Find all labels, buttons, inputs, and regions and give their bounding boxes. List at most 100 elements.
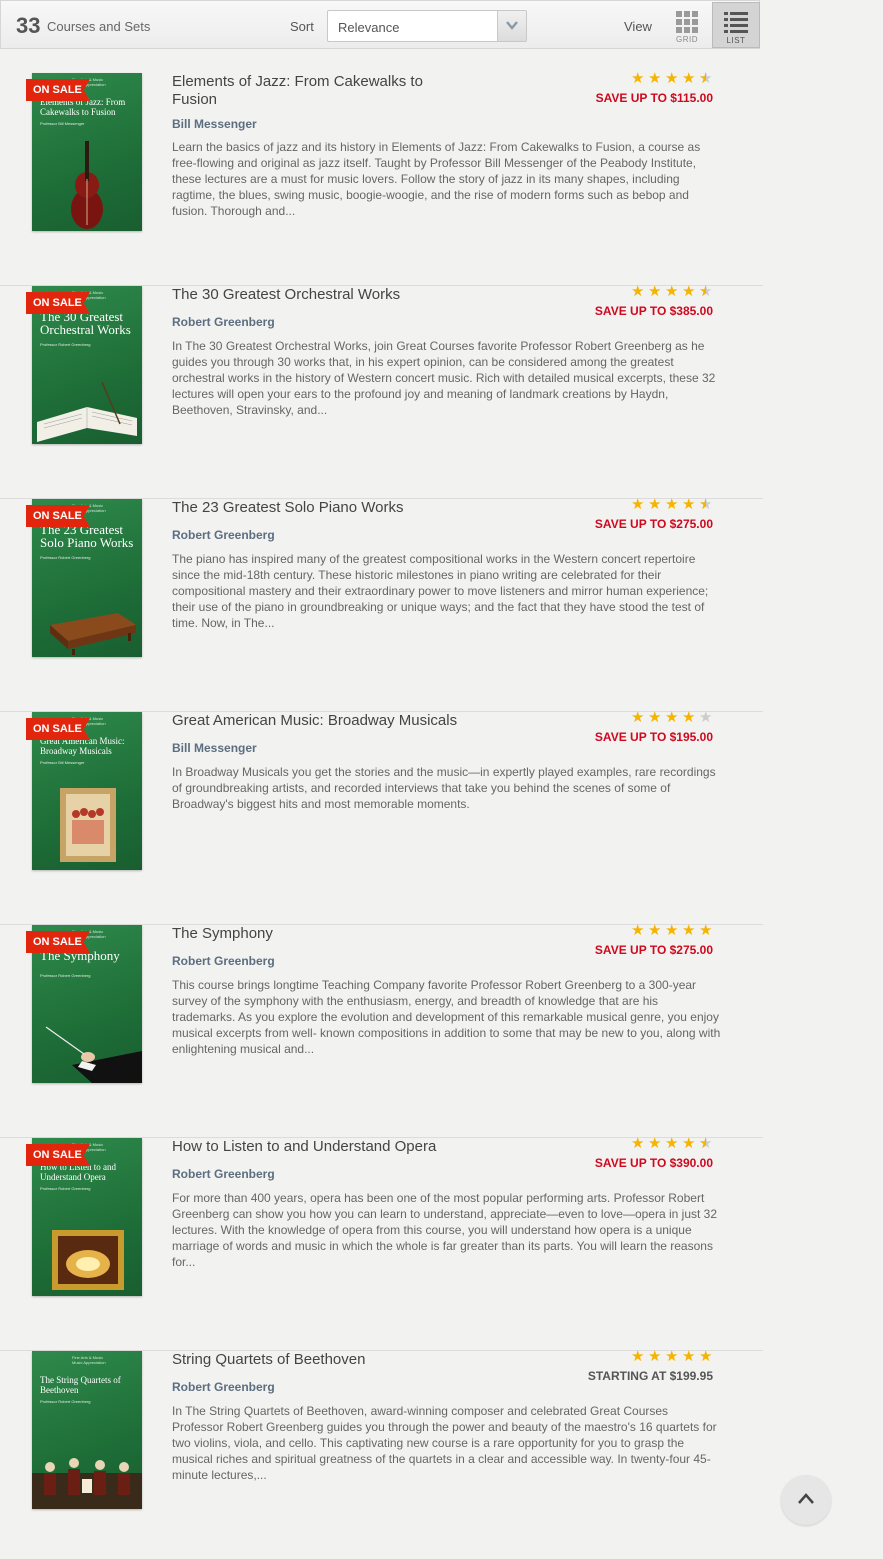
course-title-link[interactable]: The 23 Greatest Solo Piano Works [172, 499, 472, 517]
course-title-link[interactable]: The 30 Greatest Orchestral Works [172, 286, 472, 304]
list-icon [724, 12, 748, 33]
product-row: Fine Arts & MusicMusic Appreciation Grea… [0, 710, 763, 925]
result-count: 33 [16, 13, 41, 38]
cover-series-label: Fine Arts & MusicMusic Appreciation [72, 1355, 106, 1365]
on-sale-badge: ON SALE [26, 718, 90, 740]
price-text: SAVE UP TO $390.00 [594, 1156, 713, 1170]
star-icon: ★ ★ [699, 496, 713, 513]
star-icon: ★ [648, 496, 662, 513]
course-description: In The 30 Greatest Orchestral Works, joi… [172, 339, 716, 417]
star-icon: ★ [665, 922, 679, 939]
course-title-link[interactable]: Great American Music: Broadway Musicals [172, 712, 472, 730]
star-icon: ★ [682, 70, 696, 87]
list-view-button[interactable]: LIST [712, 2, 760, 48]
rating-stars: ★ ★ ★ ★ ★ ★ [631, 284, 713, 300]
course-title-link[interactable]: String Quartets of Beethoven [172, 1351, 472, 1369]
product-row: Fine Arts & MusicMusic Appreciation The … [0, 1349, 763, 1559]
chevron-down-icon[interactable] [497, 11, 526, 41]
chevron-up-icon [798, 1493, 814, 1504]
star-icon: ★ [631, 922, 645, 939]
grid-view-button[interactable]: GRID [663, 2, 711, 48]
course-title-link[interactable]: The Symphony [172, 925, 472, 943]
star-icon: ★ [648, 1135, 662, 1152]
star-icon: ★ ★ [699, 283, 713, 300]
cover-title: The String Quartets of Beethoven [40, 1375, 121, 1395]
star-icon: ★ [631, 496, 645, 513]
cover-professor: Professor Robert Greenberg [40, 973, 91, 978]
star-icon: ★ [682, 1348, 696, 1365]
product-row: Fine Arts & MusicMusic Appreciation How … [0, 1136, 763, 1351]
results-toolbar: 33 Courses and Sets Sort Relevance View … [0, 0, 760, 49]
product-row: Fine Arts & MusicMusic Appreciation Elem… [0, 71, 763, 286]
price-text: STARTING AT $199.95 [587, 1369, 713, 1383]
course-title-link[interactable]: How to Listen to and Understand Opera [172, 1138, 472, 1156]
cover-artwork [45, 1026, 142, 1083]
star-icon: ★ [665, 1348, 679, 1365]
professor-link[interactable]: Robert Greenberg [172, 954, 275, 968]
cover-professor: Professor Robert Greenberg [40, 555, 91, 560]
star-icon: ★ [682, 709, 696, 726]
professor-link[interactable]: Bill Messenger [172, 741, 257, 755]
rating-stars: ★ ★ ★ ★ ★ [631, 710, 713, 726]
star-icon: ★ [631, 709, 645, 726]
course-description: For more than 400 years, opera has been … [172, 1191, 718, 1269]
star-icon: ★ ★ [699, 1135, 713, 1152]
rating-stars: ★ ★ ★ ★ ★ [631, 923, 713, 939]
result-count-label: Courses and Sets [47, 19, 151, 34]
course-title-link[interactable]: Elements of Jazz: From Cakewalks to Fusi… [172, 73, 472, 109]
course-description: In The String Quartets of Beethoven, awa… [172, 1404, 717, 1482]
star-icon: ★ [682, 496, 696, 513]
sort-dropdown[interactable]: Relevance [327, 10, 527, 42]
professor-link[interactable]: Robert Greenberg [172, 528, 275, 542]
star-icon: ★ [648, 1348, 662, 1365]
professor-link[interactable]: Robert Greenberg [172, 315, 275, 329]
star-icon: ★ [648, 283, 662, 300]
cover-professor: Professor Robert Greenberg [40, 1186, 91, 1191]
view-label: View [624, 19, 652, 34]
cover-professor: Professor Robert Greenberg [40, 1399, 91, 1404]
cover-professor: Professor Bill Messenger [40, 121, 85, 126]
star-icon: ★ [665, 1135, 679, 1152]
product-row: Fine Arts & MusicMusic Appreciation The … [0, 497, 763, 712]
star-icon: ★ [631, 283, 645, 300]
on-sale-badge: ON SALE [26, 292, 90, 314]
back-to-top-button[interactable] [781, 1475, 831, 1525]
star-icon: ★ [648, 70, 662, 87]
star-icon: ★ [682, 1135, 696, 1152]
on-sale-badge: ON SALE [26, 931, 90, 953]
price-text: SAVE UP TO $275.00 [594, 517, 713, 531]
on-sale-badge: ON SALE [26, 505, 90, 527]
sort-selected-value: Relevance [338, 20, 400, 35]
star-icon: ★ [631, 1348, 645, 1365]
cover-artwork [37, 381, 137, 442]
price-text: SAVE UP TO $115.00 [595, 91, 713, 105]
cover-artwork [60, 788, 116, 862]
price-text: SAVE UP TO $275.00 [594, 943, 713, 957]
star-icon: ★ [665, 283, 679, 300]
professor-link[interactable]: Bill Messenger [172, 117, 257, 131]
course-cover-image[interactable]: Fine Arts & MusicMusic Appreciation The … [32, 1351, 142, 1509]
grid-view-label: GRID [676, 35, 698, 44]
rating-stars: ★ ★ ★ ★ ★ ★ [631, 1136, 713, 1152]
course-description: The piano has inspired many of the great… [172, 552, 709, 630]
cover-professor: Professor Robert Greenberg [40, 342, 91, 347]
rating-stars: ★ ★ ★ ★ ★ ★ [631, 71, 713, 87]
course-description: Learn the basics of jazz and its history… [172, 140, 701, 218]
professor-link[interactable]: Robert Greenberg [172, 1380, 275, 1394]
course-description: This course brings longtime Teaching Com… [172, 978, 721, 1056]
star-icon: ★ [665, 496, 679, 513]
star-icon: ★ [631, 70, 645, 87]
price-text: SAVE UP TO $195.00 [594, 730, 713, 744]
star-icon: ★ [631, 1135, 645, 1152]
list-view-label: LIST [726, 36, 746, 45]
cover-artwork [50, 613, 136, 655]
rating-stars: ★ ★ ★ ★ ★ [631, 1349, 713, 1365]
star-icon: ★ [699, 709, 713, 726]
professor-link[interactable]: Robert Greenberg [172, 1167, 275, 1181]
rating-stars: ★ ★ ★ ★ ★ ★ [631, 497, 713, 513]
cover-artwork [32, 1458, 142, 1509]
star-icon: ★ [648, 709, 662, 726]
on-sale-badge: ON SALE [26, 79, 90, 101]
product-row: Fine Arts & MusicMusic Appreciation The … [0, 923, 763, 1138]
star-icon: ★ [682, 922, 696, 939]
